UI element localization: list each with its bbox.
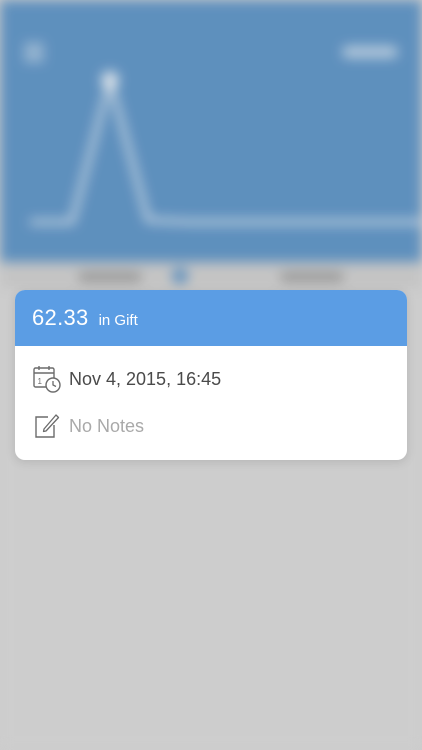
- card-header: 62.33 in Gift: [15, 290, 407, 346]
- calendar-clock-icon: 1: [33, 366, 61, 393]
- edit-note-icon: [35, 414, 60, 438]
- transaction-notes: No Notes: [69, 415, 145, 436]
- screen: 62.33 in Gift 1 Nov 4, 2015, 16:45 No No…: [0, 0, 422, 750]
- svg-text:1: 1: [38, 377, 43, 386]
- transaction-amount: 62.33: [32, 305, 89, 330]
- transaction-detail-card: 62.33 in Gift 1 Nov 4, 2015, 16:45 No No…: [15, 290, 407, 460]
- transaction-date: Nov 4, 2015, 16:45: [69, 368, 222, 389]
- date-row[interactable]: 1 Nov 4, 2015, 16:45: [15, 359, 407, 399]
- notes-row[interactable]: No Notes: [15, 406, 407, 446]
- transaction-category: in Gift: [98, 311, 138, 329]
